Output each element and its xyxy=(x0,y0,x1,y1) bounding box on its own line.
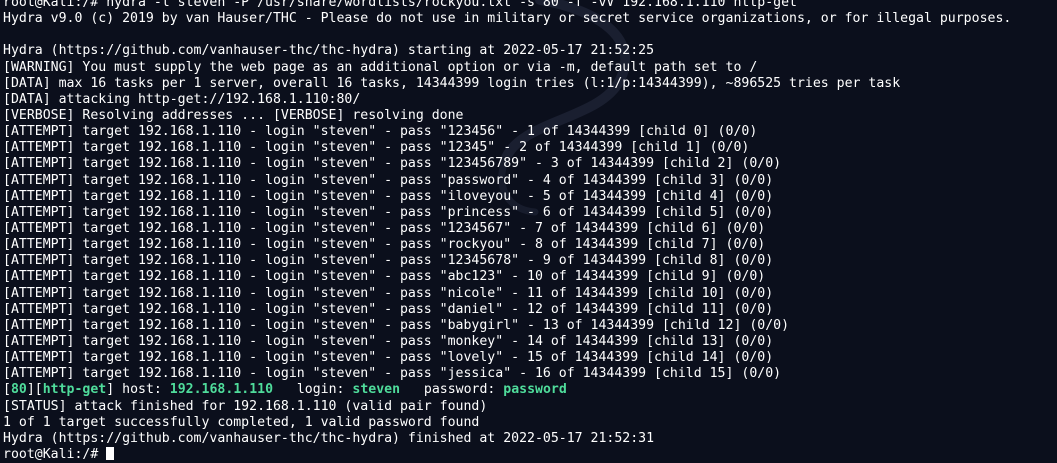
terminal-line: [WARNING] You must supply the web page a… xyxy=(3,59,758,75)
terminal-line: [ATTEMPT] target 192.168.1.110 - login "… xyxy=(3,172,774,188)
result-open-bracket: [ xyxy=(3,382,11,398)
shell-prompt-line[interactable]: root@Kali:/# xyxy=(3,446,1053,461)
credentials-found-line: [80][http-get] host: 192.168.1.110 login… xyxy=(3,382,1053,398)
result-login: steven xyxy=(352,382,401,398)
result-mid-bracket: ][ xyxy=(26,382,43,398)
result-service: http-get xyxy=(42,382,107,398)
terminal-line: [ATTEMPT] target 192.168.1.110 - login "… xyxy=(3,350,774,366)
login-label: login: xyxy=(273,382,353,398)
terminal-line: Hydra v9.0 (c) 2019 by van Hauser/THC - … xyxy=(3,11,1012,27)
terminal-line: [ATTEMPT] target 192.168.1.110 - login "… xyxy=(3,366,782,382)
terminal-line: [ATTEMPT] target 192.168.1.110 - login "… xyxy=(3,156,782,172)
terminal-line: [ATTEMPT] target 192.168.1.110 - login "… xyxy=(3,124,758,140)
terminal-line: 1 of 1 target successfully completed, 1 … xyxy=(3,414,480,430)
terminal-output[interactable]: root@Kali:/# hydra -l steven -P /usr/sha… xyxy=(3,0,1053,461)
terminal-line: [ATTEMPT] target 192.168.1.110 - login "… xyxy=(3,140,750,156)
terminal-line: Hydra (https://github.com/vanhauser-thc/… xyxy=(3,43,655,59)
terminal-line: [ATTEMPT] target 192.168.1.110 - login "… xyxy=(3,188,774,204)
terminal-line: [ATTEMPT] target 192.168.1.110 - login "… xyxy=(3,220,766,236)
terminal-line: [ATTEMPT] target 192.168.1.110 - login "… xyxy=(3,285,774,301)
command-output-lines: root@Kali:/# hydra -l steven -P /usr/sha… xyxy=(3,0,1053,382)
terminal-line: [STATUS] attack finished for 192.168.1.1… xyxy=(3,398,488,414)
terminal-line: [DATA] attacking http-get://192.168.1.11… xyxy=(3,91,361,107)
terminal-line: [ATTEMPT] target 192.168.1.110 - login "… xyxy=(3,253,774,269)
host-label: host: xyxy=(114,382,170,398)
terminal-line: Hydra (https://github.com/vanhauser-thc/… xyxy=(3,430,655,446)
terminal-line: [ATTEMPT] target 192.168.1.110 - login "… xyxy=(3,269,766,285)
shell-prompt: root@Kali:/# xyxy=(3,446,107,461)
terminal-line: [ATTEMPT] target 192.168.1.110 - login "… xyxy=(3,301,774,317)
result-password: password xyxy=(503,382,567,398)
terminal-line: [ATTEMPT] target 192.168.1.110 - login "… xyxy=(3,317,790,333)
terminal-line: [DATA] max 16 tasks per 1 server, overal… xyxy=(3,75,901,91)
terminal-line: root@Kali:/# hydra -l steven -P /usr/sha… xyxy=(3,0,797,10)
result-host: 192.168.1.110 xyxy=(169,382,274,398)
status-output-lines: [STATUS] attack finished for 192.168.1.1… xyxy=(3,399,1053,447)
terminal-line: [VERBOSE] Resolving addresses ... [VERBO… xyxy=(3,107,464,123)
result-port: 80 xyxy=(10,382,27,398)
terminal-line: [ATTEMPT] target 192.168.1.110 - login "… xyxy=(3,237,766,253)
terminal-line: [ATTEMPT] target 192.168.1.110 - login "… xyxy=(3,204,774,220)
text-cursor xyxy=(106,446,115,460)
password-label: password: xyxy=(400,382,504,398)
terminal-line: [ATTEMPT] target 192.168.1.110 - login "… xyxy=(3,333,774,349)
